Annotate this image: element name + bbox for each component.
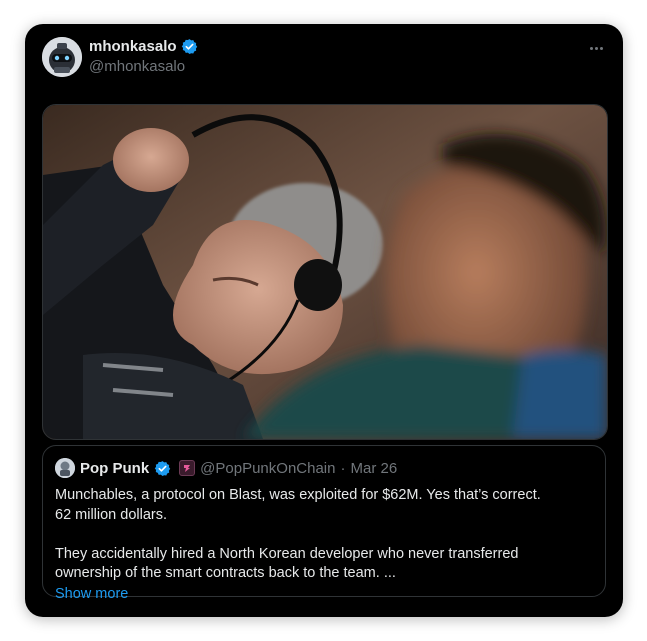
author-name[interactable]: mhonkasalo bbox=[89, 38, 198, 55]
more-dot bbox=[599, 46, 603, 50]
quote-body: Munchables, a protocol on Blast, was exp… bbox=[55, 486, 595, 604]
quote-separator: · bbox=[340, 459, 346, 477]
quote-author-name[interactable]: Pop Punk bbox=[80, 460, 149, 477]
affiliate-logo-icon bbox=[184, 465, 191, 472]
more-dot bbox=[594, 46, 598, 50]
quote-text-line: ownership of the smart contracts back to… bbox=[55, 565, 396, 581]
verified-badge-icon bbox=[181, 39, 197, 54]
author-handle[interactable]: @mhonkasalo bbox=[89, 58, 185, 75]
author-avatar[interactable] bbox=[42, 37, 82, 77]
tweet-card[interactable]: mhonkasalo @mhonkasalo Pop Punk @PopPunk… bbox=[25, 24, 623, 617]
more-horizontal-icon bbox=[589, 46, 593, 50]
quoted-tweet[interactable]: Pop Punk @PopPunkOnChain · Mar 26 Muncha… bbox=[42, 445, 606, 602]
more-options-button[interactable] bbox=[585, 38, 607, 58]
quote-text-line: 62 million dollars. bbox=[55, 506, 168, 523]
author-name-text: mhonkasalo bbox=[89, 38, 177, 55]
verified-badge-icon bbox=[154, 460, 171, 476]
quote-header: Pop Punk @PopPunkOnChain · Mar 26 bbox=[55, 458, 397, 478]
photo-image bbox=[43, 105, 607, 439]
affiliate-badge-icon[interactable] bbox=[179, 460, 196, 476]
quote-author-avatar[interactable] bbox=[55, 458, 75, 478]
tweet-photo[interactable] bbox=[42, 104, 608, 440]
show-more-link[interactable]: Show more bbox=[55, 585, 128, 605]
pop-punk-avatar-icon bbox=[55, 458, 75, 478]
quote-text-line: They accidentally hired a North Korean d… bbox=[55, 545, 519, 562]
quote-author-handle[interactable]: @PopPunkOnChain bbox=[200, 460, 335, 477]
quote-date[interactable]: Mar 26 bbox=[350, 460, 397, 477]
robot-helmet-icon bbox=[42, 37, 82, 77]
quote-text-line: Munchables, a protocol on Blast, was exp… bbox=[55, 487, 541, 503]
